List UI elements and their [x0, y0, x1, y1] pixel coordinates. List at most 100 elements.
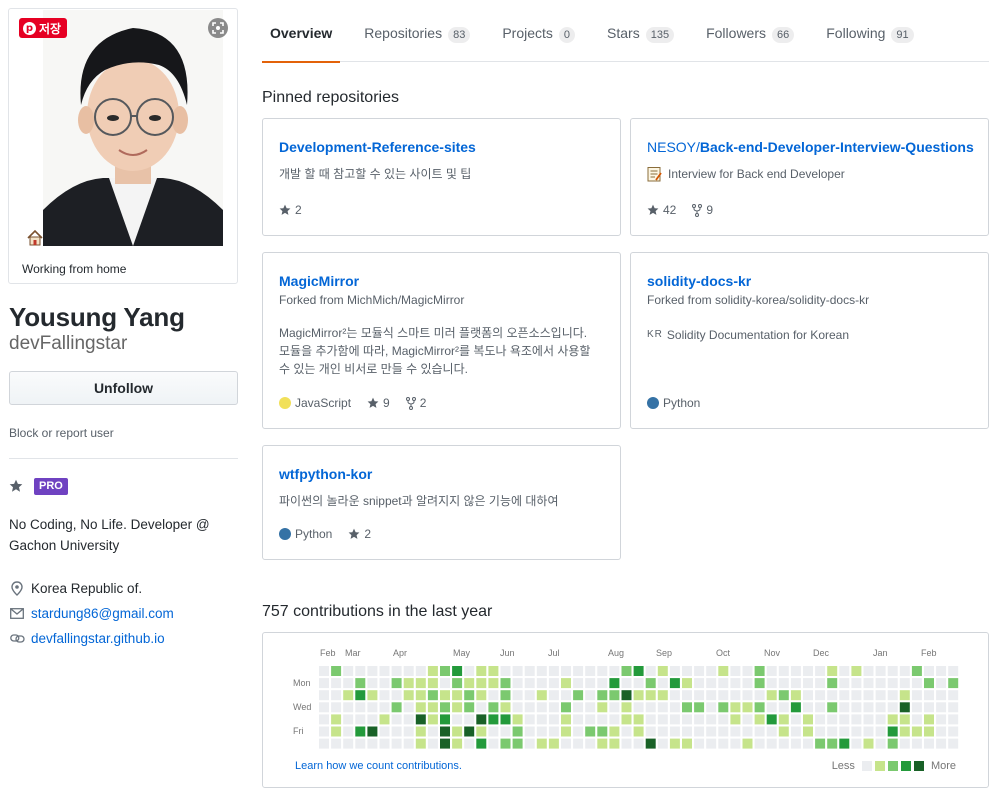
contribution-day[interactable] [561, 738, 571, 749]
contribution-day[interactable] [875, 702, 886, 713]
contribution-day[interactable] [924, 690, 934, 701]
contribution-day[interactable] [367, 738, 378, 749]
contribution-day[interactable] [488, 690, 499, 701]
contribution-day[interactable] [863, 702, 874, 713]
lens-icon[interactable] [207, 17, 229, 39]
contribution-day[interactable] [730, 702, 741, 713]
contribution-day[interactable] [512, 702, 523, 713]
contribution-day[interactable] [948, 666, 959, 676]
contribution-day[interactable] [827, 702, 838, 713]
contribution-day[interactable] [573, 738, 584, 749]
contribution-day[interactable] [790, 726, 801, 737]
contribution-day[interactable] [948, 678, 959, 689]
contribution-day[interactable] [500, 678, 511, 689]
contribution-day[interactable] [827, 726, 838, 737]
contribution-day[interactable] [319, 666, 329, 676]
contribution-day[interactable] [476, 726, 487, 737]
contribution-day[interactable] [500, 738, 511, 749]
contribution-day[interactable] [694, 738, 705, 749]
contribution-day[interactable] [875, 726, 886, 737]
contribution-day[interactable] [815, 678, 826, 689]
contribution-day[interactable] [754, 702, 765, 713]
contribution-day[interactable] [911, 726, 922, 737]
repo-stars[interactable]: 2 [279, 203, 302, 217]
contribution-day[interactable] [633, 678, 644, 689]
contribution-day[interactable] [851, 738, 862, 749]
contribution-day[interactable] [343, 678, 354, 689]
contribution-day[interactable] [500, 666, 511, 676]
contribution-day[interactable] [440, 678, 450, 689]
contribution-day[interactable] [633, 726, 644, 737]
contribution-day[interactable] [766, 678, 777, 689]
contribution-day[interactable] [391, 678, 402, 689]
contribution-day[interactable] [609, 738, 620, 749]
contribution-day[interactable] [536, 714, 547, 725]
contribution-day[interactable] [415, 738, 426, 749]
contribution-day[interactable] [379, 726, 390, 737]
contribution-day[interactable] [694, 726, 705, 737]
contribution-day[interactable] [657, 738, 668, 749]
contribution-day[interactable] [343, 726, 354, 737]
contribution-day[interactable] [391, 666, 402, 676]
contribution-day[interactable] [548, 714, 559, 725]
contribution-day[interactable] [803, 666, 813, 676]
contribution-day[interactable] [597, 678, 608, 689]
contribution-day[interactable] [488, 738, 499, 749]
contribution-day[interactable] [669, 666, 680, 676]
contribution-day[interactable] [585, 678, 596, 689]
contribution-day[interactable] [948, 714, 959, 725]
contribution-day[interactable] [609, 690, 620, 701]
contribution-day[interactable] [452, 678, 463, 689]
contribution-day[interactable] [367, 666, 378, 676]
contribution-day[interactable] [657, 714, 668, 725]
contribution-day[interactable] [645, 690, 656, 701]
contribution-day[interactable] [730, 714, 741, 725]
contribution-day[interactable] [343, 714, 354, 725]
contribution-day[interactable] [597, 702, 608, 713]
contribution-day[interactable] [597, 714, 608, 725]
repo-stars[interactable]: 2 [348, 527, 371, 541]
contribution-day[interactable] [875, 690, 886, 701]
contribution-day[interactable] [887, 678, 898, 689]
contribution-day[interactable] [682, 738, 692, 749]
contribution-day[interactable] [694, 666, 705, 676]
contribution-day[interactable] [936, 690, 947, 701]
contribution-day[interactable] [476, 666, 487, 676]
contribution-day[interactable] [682, 714, 692, 725]
contribution-day[interactable] [536, 666, 547, 676]
contribution-day[interactable] [815, 738, 826, 749]
contribution-day[interactable] [331, 714, 342, 725]
contribution-day[interactable] [609, 678, 620, 689]
contribution-day[interactable] [803, 702, 813, 713]
contribution-day[interactable] [948, 726, 959, 737]
contribution-day[interactable] [512, 666, 523, 676]
contribution-day[interactable] [863, 738, 874, 749]
contribution-day[interactable] [669, 714, 680, 725]
contribution-day[interactable] [633, 690, 644, 701]
contribution-day[interactable] [887, 690, 898, 701]
contribution-day[interactable] [899, 726, 910, 737]
contribution-day[interactable] [706, 666, 717, 676]
contribution-day[interactable] [464, 738, 475, 749]
contribution-day[interactable] [778, 690, 789, 701]
contribution-day[interactable] [924, 726, 934, 737]
contribution-day[interactable] [427, 678, 438, 689]
contribution-day[interactable] [500, 726, 511, 737]
contribution-day[interactable] [754, 714, 765, 725]
contribution-day[interactable] [343, 666, 354, 676]
contribution-day[interactable] [851, 678, 862, 689]
contribution-day[interactable] [936, 738, 947, 749]
contribution-day[interactable] [597, 666, 608, 676]
contribution-day[interactable] [403, 726, 414, 737]
contribution-day[interactable] [391, 690, 402, 701]
contribution-day[interactable] [803, 714, 813, 725]
contribution-day[interactable] [621, 666, 632, 676]
contribution-day[interactable] [355, 678, 366, 689]
contribution-day[interactable] [440, 690, 450, 701]
contribution-day[interactable] [778, 702, 789, 713]
contribution-day[interactable] [815, 714, 826, 725]
contribution-day[interactable] [548, 678, 559, 689]
contribution-day[interactable] [706, 714, 717, 725]
contribution-day[interactable] [524, 702, 535, 713]
contribution-day[interactable] [585, 714, 596, 725]
